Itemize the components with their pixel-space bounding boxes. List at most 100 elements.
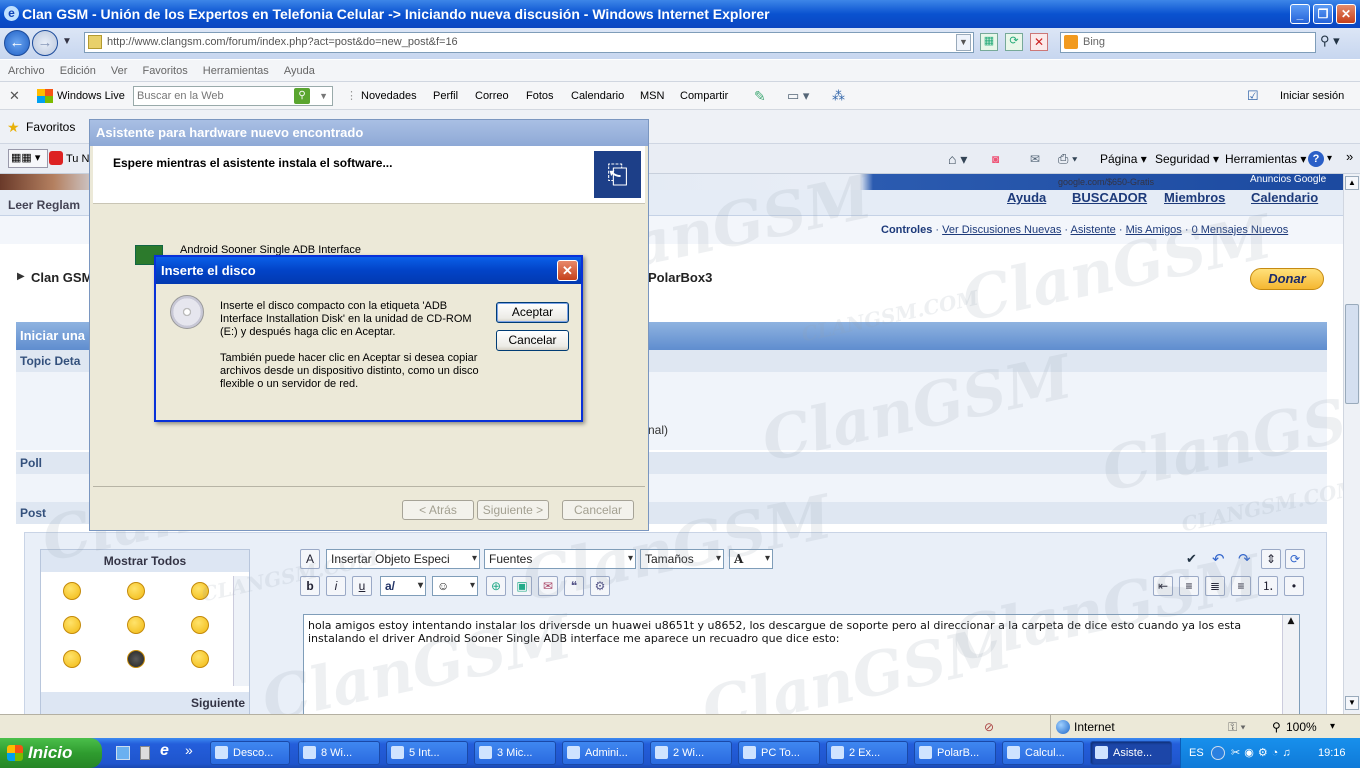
zoom-level[interactable]: 100%	[1286, 715, 1317, 739]
more-commands-icon[interactable]: »	[1346, 142, 1353, 172]
live-search-button-icon[interactable]: ⚲	[294, 88, 310, 104]
live-item-fotos[interactable]: Fotos	[526, 82, 554, 110]
live-item-msn[interactable]: MSN	[640, 82, 664, 110]
bullet-list-icon[interactable]: •	[1284, 576, 1304, 596]
wizard-cancel-button[interactable]: Cancelar	[562, 500, 634, 520]
language-indicator[interactable]: ES	[1189, 738, 1204, 768]
breadcrumb-start[interactable]: Clan GSM	[31, 270, 92, 285]
quicklaunch-expand-icon[interactable]: »	[185, 742, 193, 758]
scroll-thumb[interactable]	[1345, 304, 1359, 404]
insert-email-icon[interactable]: ✉	[538, 576, 558, 596]
close-toolbar-icon[interactable]: ✕	[9, 82, 20, 110]
task-calcul[interactable]: Calcul...	[1002, 741, 1084, 765]
resize-icon[interactable]: ⇕	[1261, 549, 1281, 569]
refresh-icon[interactable]: ⟳	[1005, 33, 1023, 51]
insert-code-icon[interactable]: ⚙	[590, 576, 610, 596]
insert-object-select[interactable]: Insertar Objeto Especi	[326, 549, 480, 569]
align-center-icon[interactable]: ≣	[1205, 576, 1225, 596]
help-icon[interactable]: ?	[1308, 151, 1324, 167]
nav-calendario[interactable]: Calendario	[1251, 190, 1318, 205]
font-select[interactable]: Fuentes	[484, 549, 636, 569]
nav-ayuda[interactable]: Ayuda	[1007, 190, 1046, 205]
modal-close-button[interactable]: ✕	[557, 260, 578, 281]
italic-button[interactable]: i	[326, 576, 346, 596]
protected-icon[interactable]: ⚿ ▾	[1228, 715, 1246, 739]
task-desco[interactable]: Desco...	[210, 741, 290, 765]
emoticon-blush-icon[interactable]	[191, 582, 209, 600]
task-mic3[interactable]: 3 Mic...	[474, 741, 556, 765]
scroll-up-icon[interactable]: ▲	[1345, 176, 1359, 190]
command-herramientas[interactable]: Herramientas ▾	[1225, 144, 1306, 174]
live-window-icon[interactable]: ▭ ▾	[787, 82, 809, 110]
task-pcto[interactable]: PC To...	[738, 741, 820, 765]
compat-view-icon[interactable]: ▦	[980, 33, 998, 51]
wizard-back-button[interactable]: < Atrás	[402, 500, 474, 520]
live-search-input[interactable]: Buscar en la Web ⚲ ▼	[133, 86, 333, 106]
emoticon-smile-icon[interactable]	[63, 582, 81, 600]
start-button[interactable]: Inicio	[0, 738, 102, 768]
color-select[interactable]: A	[729, 549, 773, 569]
maximize-button[interactable]: ❐	[1313, 4, 1333, 24]
user-link-asistente[interactable]: Asistente	[1071, 224, 1116, 236]
emoticons-next-link[interactable]: Siguiente	[41, 692, 249, 714]
redo-icon[interactable]: ↷	[1238, 550, 1251, 568]
read-rules-link[interactable]: Leer Reglam	[8, 198, 80, 212]
emoticons-scrollbar[interactable]	[233, 576, 249, 686]
quick-tabs-icon[interactable]: ▦▦ ▾	[8, 149, 48, 168]
live-item-calendario[interactable]: Calendario	[571, 82, 624, 110]
task-int5[interactable]: 5 Int...	[386, 741, 468, 765]
bold-button[interactable]: b	[300, 576, 320, 596]
scroll-down-icon[interactable]: ▼	[1345, 696, 1359, 710]
task-ex2[interactable]: 2 Ex...	[826, 741, 908, 765]
numbered-list-icon[interactable]: ⒈	[1258, 576, 1278, 596]
favorites-button[interactable]: Favoritos	[26, 120, 75, 134]
zoom-icon[interactable]: ⚲	[1272, 715, 1281, 739]
windows-live-label[interactable]: Windows Live	[57, 82, 125, 110]
home-icon[interactable]: ⌂ ▾	[948, 144, 967, 174]
search-button-icon[interactable]: ⚲ ▾	[1320, 33, 1350, 52]
spellcheck-icon[interactable]: ✔	[1186, 551, 1197, 567]
task-wi2[interactable]: 2 Wi...	[650, 741, 732, 765]
live-item-correo[interactable]: Correo	[475, 82, 509, 110]
live-translate-icon[interactable]: ⁂	[832, 82, 845, 110]
emoticon-surprised-icon[interactable]	[63, 616, 81, 634]
font-color-select[interactable]: a/	[380, 576, 426, 596]
align-left-icon[interactable]: ≡	[1179, 576, 1199, 596]
quicklaunch-desktop-icon[interactable]	[116, 746, 130, 760]
help-dropdown-icon[interactable]: ▾	[1327, 144, 1332, 174]
emoticon-happy-icon[interactable]	[127, 582, 145, 600]
user-link-discusiones[interactable]: Ver Discusiones Nuevas	[942, 224, 1061, 236]
print-icon[interactable]: ⎙ ▾	[1058, 144, 1077, 174]
browser-scrollbar[interactable]: ▲ ▼	[1343, 174, 1360, 714]
menu-edicion[interactable]: Edición	[60, 65, 96, 77]
history-dropdown-icon[interactable]: ▼	[62, 36, 72, 47]
close-window-button[interactable]: ✕	[1336, 4, 1356, 24]
post-textarea[interactable]: hola amigos estoy intentando instalar lo…	[303, 614, 1300, 714]
emoticon-cool-icon[interactable]	[127, 650, 145, 668]
nav-miembros[interactable]: Miembros	[1164, 190, 1225, 205]
ad-text[interactable]: google.com/$650-Gratis	[1058, 177, 1154, 187]
live-item-compartir[interactable]: Compartir	[680, 82, 728, 110]
insert-quote-icon[interactable]: ❝	[564, 576, 584, 596]
menu-favoritos[interactable]: Favoritos	[142, 65, 187, 77]
toggle-view-icon[interactable]: ⟳	[1285, 549, 1305, 569]
modal-ok-button[interactable]: Aceptar	[496, 302, 569, 323]
emoticon-laugh-icon[interactable]	[191, 650, 209, 668]
quicklaunch-phone-icon[interactable]	[140, 746, 150, 760]
back-button[interactable]: ←	[4, 30, 30, 56]
minimize-button[interactable]: _	[1290, 4, 1310, 24]
emoticon-select[interactable]: ☺	[432, 576, 478, 596]
nav-buscador[interactable]: BUSCADOR	[1072, 190, 1147, 205]
size-select[interactable]: Tamaños	[640, 549, 724, 569]
emoticon-unsure-icon[interactable]	[127, 616, 145, 634]
task-polarb[interactable]: PolarB...	[914, 741, 996, 765]
ad-label[interactable]: Anuncios Google	[1250, 174, 1326, 185]
breadcrumb-end[interactable]: PolarBox3	[648, 270, 712, 285]
tray-arrow-icon[interactable]	[1211, 746, 1225, 760]
tab-partial-label[interactable]: Tu N	[66, 144, 89, 174]
rss-icon[interactable]: ◙	[992, 144, 999, 174]
task-asiste[interactable]: Asiste...	[1090, 741, 1172, 765]
indent-icon[interactable]: ⇤	[1153, 576, 1173, 596]
modal-cancel-button[interactable]: Cancelar	[496, 330, 569, 351]
menu-ayuda[interactable]: Ayuda	[284, 65, 315, 77]
